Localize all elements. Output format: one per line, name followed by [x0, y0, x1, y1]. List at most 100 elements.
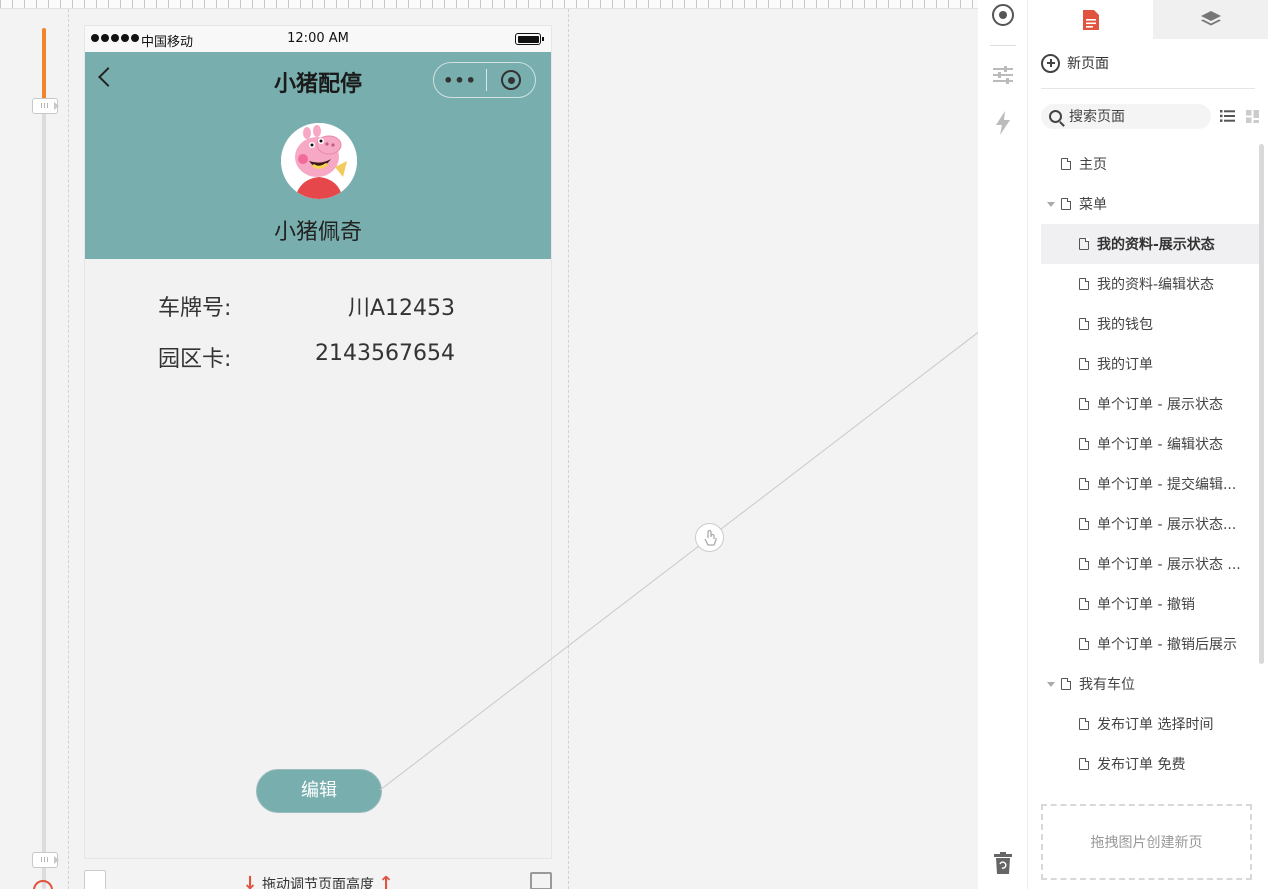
panel-tabs [1028, 0, 1268, 39]
page-tree-item[interactable]: 我的资料-展示状态 [1041, 224, 1259, 264]
arrow-up-icon: ↑ [378, 873, 394, 889]
resize-hint-label: 拖动调节页面高度 [262, 877, 374, 889]
page-tree-item[interactable]: 单个订单 - 撤销 [1041, 584, 1259, 624]
page-file-icon [1079, 598, 1089, 610]
profile-header: 小猪配停 ••• 小猪佩奇 [85, 52, 551, 259]
tab-pages[interactable] [1028, 0, 1153, 39]
tool-icon-bar [978, 0, 1028, 889]
slider-handle-top[interactable]: III [32, 98, 59, 114]
plate-value: 川A12453 [347, 296, 455, 321]
resize-hint[interactable]: ↓ 拖动调节页面高度 ↑ [84, 873, 552, 889]
image-drop-zone[interactable]: 拖拽图片创建新页 [1041, 804, 1252, 880]
more-icon[interactable]: ••• [434, 71, 486, 90]
page-tree-item[interactable]: 单个订单 - 展示状态 ... [1041, 544, 1259, 584]
page-tree-item[interactable]: 单个订单 - 展示状态... [1041, 504, 1259, 544]
caret-down-icon[interactable] [1047, 681, 1055, 687]
pig-avatar-icon [281, 123, 357, 199]
search-box[interactable] [1041, 104, 1211, 129]
target-icon[interactable] [990, 2, 1016, 28]
page-tree-item-label: 单个订单 - 展示状态 [1097, 397, 1223, 413]
status-bar: 中国移动 12:00 AM [85, 26, 551, 52]
page-tree-item-label: 单个订单 - 撤销 [1097, 597, 1195, 613]
tap-hand-icon[interactable] [695, 523, 724, 552]
page-tree-item-label: 单个订单 - 提交编辑... [1097, 477, 1237, 493]
grid-view-icon[interactable] [1246, 110, 1259, 123]
page-tree-item[interactable]: 主页 [1041, 144, 1259, 184]
height-slider-fill [42, 28, 46, 104]
edit-button[interactable]: 编辑 [256, 769, 382, 813]
sliders-icon[interactable] [990, 62, 1016, 88]
page-file-icon [1079, 558, 1089, 570]
page-file-icon [1079, 758, 1089, 770]
arrow-down-icon: ↓ [242, 873, 258, 889]
page-tree-item[interactable]: 菜单 [1041, 184, 1259, 224]
page-file-icon [1061, 198, 1071, 210]
page-file-icon [1061, 678, 1071, 690]
image-icon[interactable] [530, 872, 552, 889]
resize-bar: ↓ 拖动调节页面高度 ↑ [84, 862, 552, 889]
page-tree-item-label: 单个订单 - 撤销后展示 [1097, 637, 1237, 653]
page-tree-item[interactable]: 发布订单 免费 [1041, 744, 1259, 784]
page-list-scrollbar[interactable] [1259, 144, 1264, 664]
page-file-icon [1079, 398, 1089, 410]
tab-layers[interactable] [1153, 0, 1268, 39]
battery-icon [515, 33, 544, 45]
page-file-icon [1079, 358, 1089, 370]
lightning-icon[interactable] [990, 110, 1016, 136]
page-tree-item-label: 发布订单 免费 [1097, 757, 1186, 773]
page-file-icon [1079, 278, 1089, 290]
page-file-icon [1061, 158, 1071, 170]
page-tree-item-label: 单个订单 - 展示状态 ... [1097, 557, 1241, 573]
page-tree: 主页菜单我的资料-展示状态我的资料-编辑状态我的钱包我的订单单个订单 - 展示状… [1041, 144, 1259, 773]
page-tree-item-label: 菜单 [1079, 197, 1107, 213]
plate-label: 车牌号: [158, 296, 232, 321]
new-page-label: 新页面 [1067, 56, 1109, 72]
page-tree-item-label: 我的订单 [1097, 357, 1153, 373]
info-row-card: 园区卡: 2143567654 [85, 341, 551, 372]
target-icon[interactable] [33, 880, 53, 889]
page-tree-item-label: 我的资料-展示状态 [1097, 237, 1215, 253]
info-row-plate: 车牌号: 川A12453 [85, 290, 551, 321]
plus-circle-icon [1041, 53, 1060, 73]
recycle-bin-icon[interactable] [990, 850, 1016, 876]
top-ruler [0, 0, 978, 9]
guide-line [68, 9, 69, 889]
page-tree-item[interactable]: 单个订单 - 撤销后展示 [1041, 624, 1259, 664]
page-tree-item-label: 单个订单 - 编辑状态 [1097, 437, 1223, 453]
page-panel: 新页面 主页菜单我的资料-展示状态我的资料-编辑状态我的钱包我的订单单个订单 -… [1028, 0, 1268, 889]
page-file-icon [1079, 718, 1089, 730]
page-tree-item[interactable]: 我的资料-编辑状态 [1041, 264, 1259, 304]
page-tree-item-label: 我的钱包 [1097, 317, 1153, 333]
card-value: 2143567654 [315, 341, 455, 366]
page-file-icon [1079, 478, 1089, 490]
page-doc-icon [1082, 9, 1099, 30]
page-tree-item[interactable]: 我的钱包 [1041, 304, 1259, 344]
page-file-icon [1079, 318, 1089, 330]
page-file-icon [1079, 238, 1089, 250]
list-view-icon[interactable] [1220, 110, 1235, 122]
phone-preview[interactable]: 中国移动 12:00 AM 小猪配停 ••• 小猪佩奇 车牌号: 川A12453… [84, 25, 552, 859]
status-time: 12:00 AM [287, 31, 349, 46]
avatar [281, 123, 357, 199]
new-page-button[interactable]: 新页面 [1041, 52, 1109, 74]
miniprogram-capsule[interactable]: ••• [433, 62, 536, 98]
search-input[interactable] [1069, 108, 1199, 125]
height-slider-track[interactable] [42, 28, 46, 889]
page-tree-item-label: 主页 [1079, 157, 1107, 173]
page-tree-item[interactable]: 发布订单 选择时间 [1041, 704, 1259, 744]
guide-line [568, 9, 569, 889]
close-target-icon[interactable] [487, 70, 535, 90]
card-label: 园区卡: [158, 347, 232, 372]
slider-handle-bottom[interactable]: III [32, 852, 59, 868]
caret-down-icon[interactable] [1047, 201, 1055, 207]
search-icon [1049, 110, 1062, 123]
page-tree-item[interactable]: 我有车位 [1041, 664, 1259, 704]
page-file-icon [1079, 638, 1089, 650]
page-tree-item[interactable]: 单个订单 - 展示状态 [1041, 384, 1259, 424]
icon-bar-divider [990, 45, 1016, 46]
page-tree-item[interactable]: 我的订单 [1041, 344, 1259, 384]
page-tree-item-label: 发布订单 选择时间 [1097, 717, 1214, 733]
page-tree-item[interactable]: 单个订单 - 编辑状态 [1041, 424, 1259, 464]
page-tree-item[interactable]: 单个订单 - 提交编辑... [1041, 464, 1259, 504]
user-name: 小猪佩奇 [273, 220, 362, 245]
